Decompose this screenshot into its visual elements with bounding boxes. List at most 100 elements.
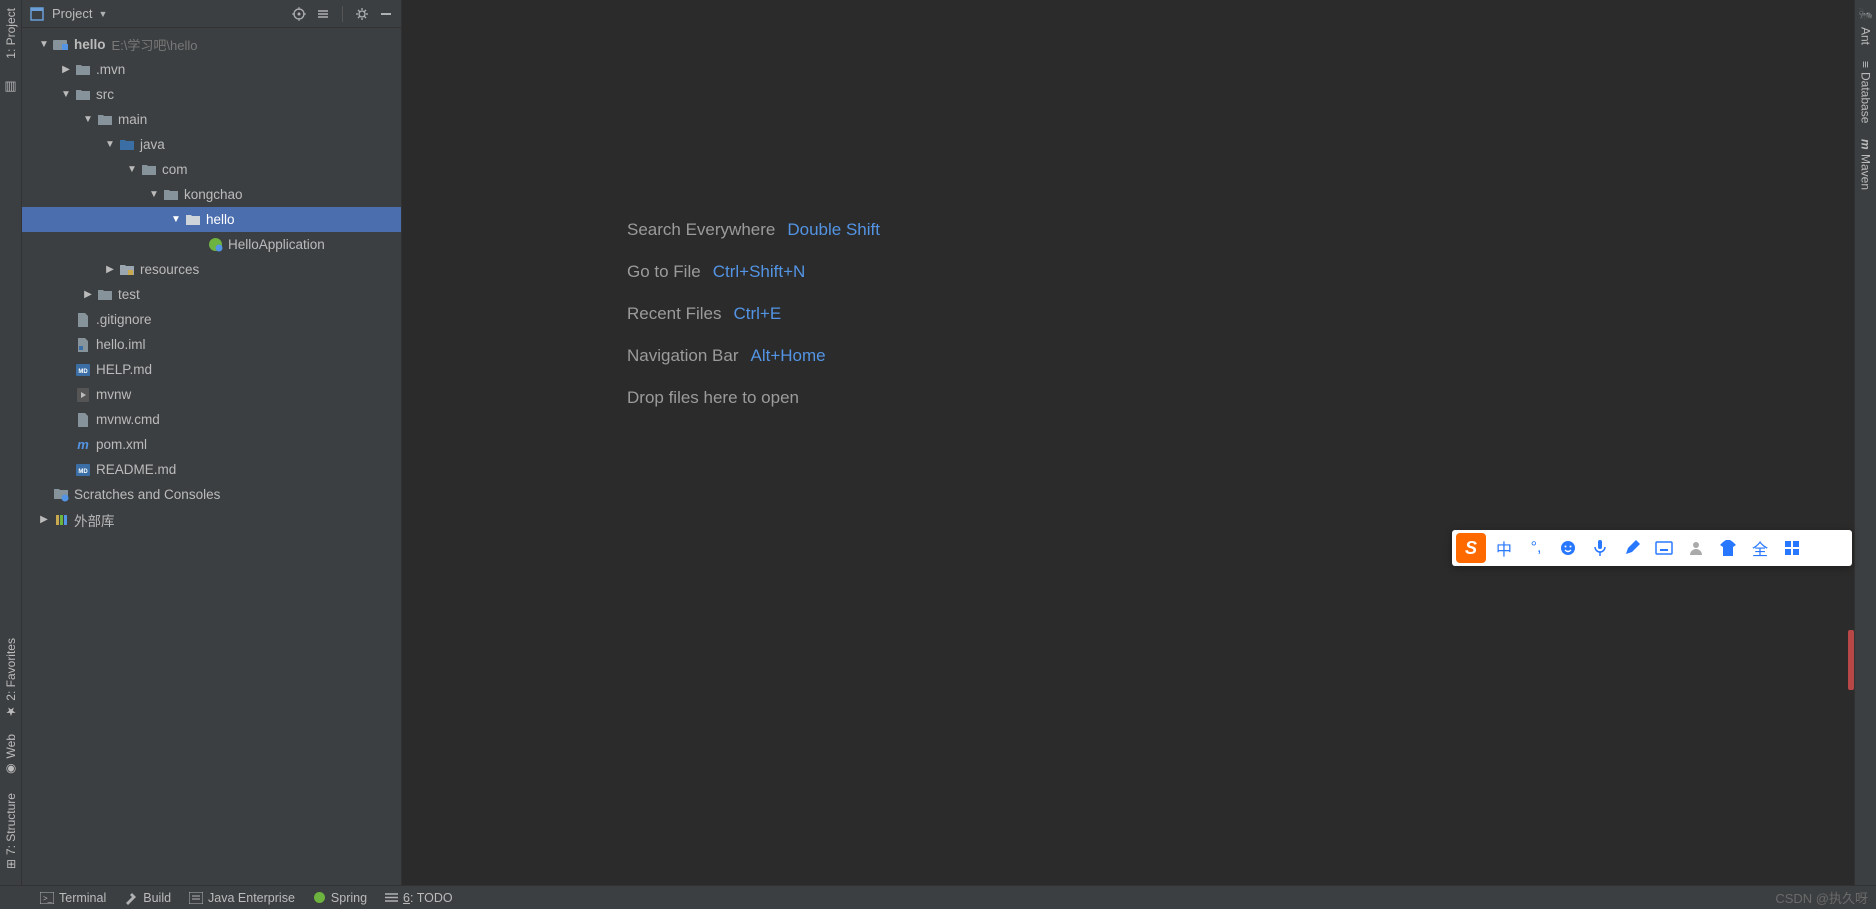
ime-emoji-button[interactable]	[1554, 534, 1582, 562]
svg-text:MD: MD	[78, 369, 88, 375]
terminal-tool[interactable]: >_ Terminal	[40, 891, 106, 905]
ime-lang-button[interactable]: 中	[1490, 534, 1518, 562]
build-tool[interactable]: Build	[124, 891, 171, 905]
target-icon[interactable]	[290, 5, 308, 23]
tree-readme[interactable]: MD README.md	[22, 457, 401, 482]
tree-java[interactable]: ▼ java	[22, 132, 401, 157]
database-tool-tab[interactable]: ≡ Database	[1857, 53, 1875, 131]
tree-src[interactable]: ▼ src	[22, 82, 401, 107]
tree-mvn[interactable]: ▶ .mvn	[22, 57, 401, 82]
favorites-tool-tab[interactable]: ★ 2: Favorites	[2, 630, 20, 727]
tree-com[interactable]: ▼ com	[22, 157, 401, 182]
javaee-label: Java Enterprise	[208, 891, 295, 905]
minimize-icon[interactable]	[377, 5, 395, 23]
tree-scratches[interactable]: Scratches and Consoles	[22, 482, 401, 507]
chevron-down-icon[interactable]: ▼	[98, 9, 107, 19]
chevron-down-icon[interactable]: ▼	[102, 139, 118, 150]
spring-tool[interactable]: Spring	[313, 891, 367, 905]
tree-label: README.md	[96, 462, 176, 477]
collapse-all-icon[interactable]	[314, 5, 332, 23]
tree-label: mvnw.cmd	[96, 412, 160, 427]
ime-keyboard-button[interactable]	[1650, 534, 1678, 562]
tree-hello-app[interactable]: HelloApplication	[22, 232, 401, 257]
project-panel-title[interactable]: Project	[52, 6, 92, 21]
tree-pom[interactable]: m pom.xml	[22, 432, 401, 457]
chevron-down-icon[interactable]: ▼	[124, 164, 140, 175]
chevron-down-icon[interactable]: ▼	[146, 189, 162, 200]
tree-test[interactable]: ▶ test	[22, 282, 401, 307]
chevron-right-icon[interactable]: ▶	[36, 514, 52, 525]
editor-area[interactable]: Search Everywhere Double Shift Go to Fil…	[402, 0, 1854, 885]
library-icon	[52, 511, 70, 529]
tree-label: 外部库	[74, 510, 115, 530]
chevron-right-icon[interactable]: ▶	[102, 264, 118, 275]
tree-label: HELP.md	[96, 362, 152, 377]
hint-drop: Drop files here to open	[627, 388, 880, 408]
tree-root[interactable]: ▼ hello E:\学习吧\hello	[22, 32, 401, 57]
tree-label: mvnw	[96, 387, 131, 402]
resources-folder-icon	[118, 261, 136, 279]
tree-label: hello	[206, 212, 235, 227]
markdown-icon: MD	[74, 461, 92, 479]
terminal-icon: >_	[40, 892, 54, 904]
ime-punct-button[interactable]: °,	[1522, 534, 1550, 562]
sogou-logo-icon[interactable]: S	[1456, 533, 1486, 563]
tree-label: hello.iml	[96, 337, 146, 352]
scrollbar-marker[interactable]	[1848, 630, 1854, 690]
folder-icon	[74, 86, 92, 104]
structure-tool-tab[interactable]: ⊞ 7: Structure	[2, 785, 20, 877]
hint-label: Search Everywhere	[627, 220, 775, 240]
ime-user-button[interactable]	[1682, 534, 1710, 562]
file-icon	[74, 311, 92, 329]
svg-text:>_: >_	[43, 894, 53, 903]
chevron-down-icon[interactable]: ▼	[168, 214, 184, 225]
star-icon: ★	[4, 704, 18, 718]
project-panel: Project ▼ ▼ hello E:\学习吧\hello ▶ .mv	[22, 0, 402, 885]
chevron-right-icon[interactable]: ▶	[80, 289, 96, 300]
project-tree[interactable]: ▼ hello E:\学习吧\hello ▶ .mvn ▼ src ▼ main…	[22, 28, 401, 885]
tree-external[interactable]: ▶ 外部库	[22, 507, 401, 532]
maven-icon: m	[1859, 139, 1873, 150]
tree-resources[interactable]: ▶ resources	[22, 257, 401, 282]
ime-pen-button[interactable]	[1618, 534, 1646, 562]
module-folder-icon	[52, 36, 70, 54]
tree-iml[interactable]: hello.iml	[22, 332, 401, 357]
hint-label: Drop files here to open	[627, 388, 799, 408]
chevron-right-icon[interactable]: ▶	[58, 64, 74, 75]
hammer-icon	[124, 891, 138, 905]
folder-stack-icon[interactable]: ▥	[4, 79, 18, 93]
structure-icon: ⊞	[4, 859, 18, 869]
spring-class-icon	[206, 236, 224, 254]
ime-skin-button[interactable]	[1714, 534, 1742, 562]
project-tool-tab[interactable]: 1: Project	[2, 0, 20, 67]
ime-grid-button[interactable]	[1778, 534, 1806, 562]
ime-toolbar[interactable]: S 中 °, 全	[1452, 530, 1852, 566]
ime-mic-button[interactable]	[1586, 534, 1614, 562]
hint-label: Navigation Bar	[627, 346, 739, 366]
chevron-down-icon[interactable]: ▼	[80, 114, 96, 125]
tree-kongchao[interactable]: ▼ kongchao	[22, 182, 401, 207]
tree-hello-pkg[interactable]: ▼ hello	[22, 207, 401, 232]
todo-tool[interactable]: 6: TODO	[385, 891, 453, 905]
tree-label: HelloApplication	[228, 237, 325, 252]
chevron-down-icon[interactable]: ▼	[58, 89, 74, 100]
hint-search: Search Everywhere Double Shift	[627, 220, 880, 240]
gear-icon[interactable]	[353, 5, 371, 23]
web-tool-tab[interactable]: ◉ Web	[2, 726, 20, 784]
package-icon	[184, 211, 202, 229]
tree-gitignore[interactable]: .gitignore	[22, 307, 401, 332]
javaee-tool[interactable]: Java Enterprise	[189, 891, 295, 905]
tree-mvnw[interactable]: mvnw	[22, 382, 401, 407]
tree-label: test	[118, 287, 140, 302]
project-view-icon	[28, 5, 46, 23]
ant-tool-tab[interactable]: 🐜 Ant	[1857, 0, 1875, 53]
maven-tool-tab[interactable]: m Maven	[1857, 131, 1875, 198]
tree-mvnwcmd[interactable]: mvnw.cmd	[22, 407, 401, 432]
package-icon	[162, 186, 180, 204]
tree-help[interactable]: MD HELP.md	[22, 357, 401, 382]
chevron-down-icon[interactable]: ▼	[36, 39, 52, 50]
ime-full-button[interactable]: 全	[1746, 534, 1774, 562]
database-icon: ≡	[1859, 61, 1873, 68]
spring-label: Spring	[331, 891, 367, 905]
tree-main[interactable]: ▼ main	[22, 107, 401, 132]
